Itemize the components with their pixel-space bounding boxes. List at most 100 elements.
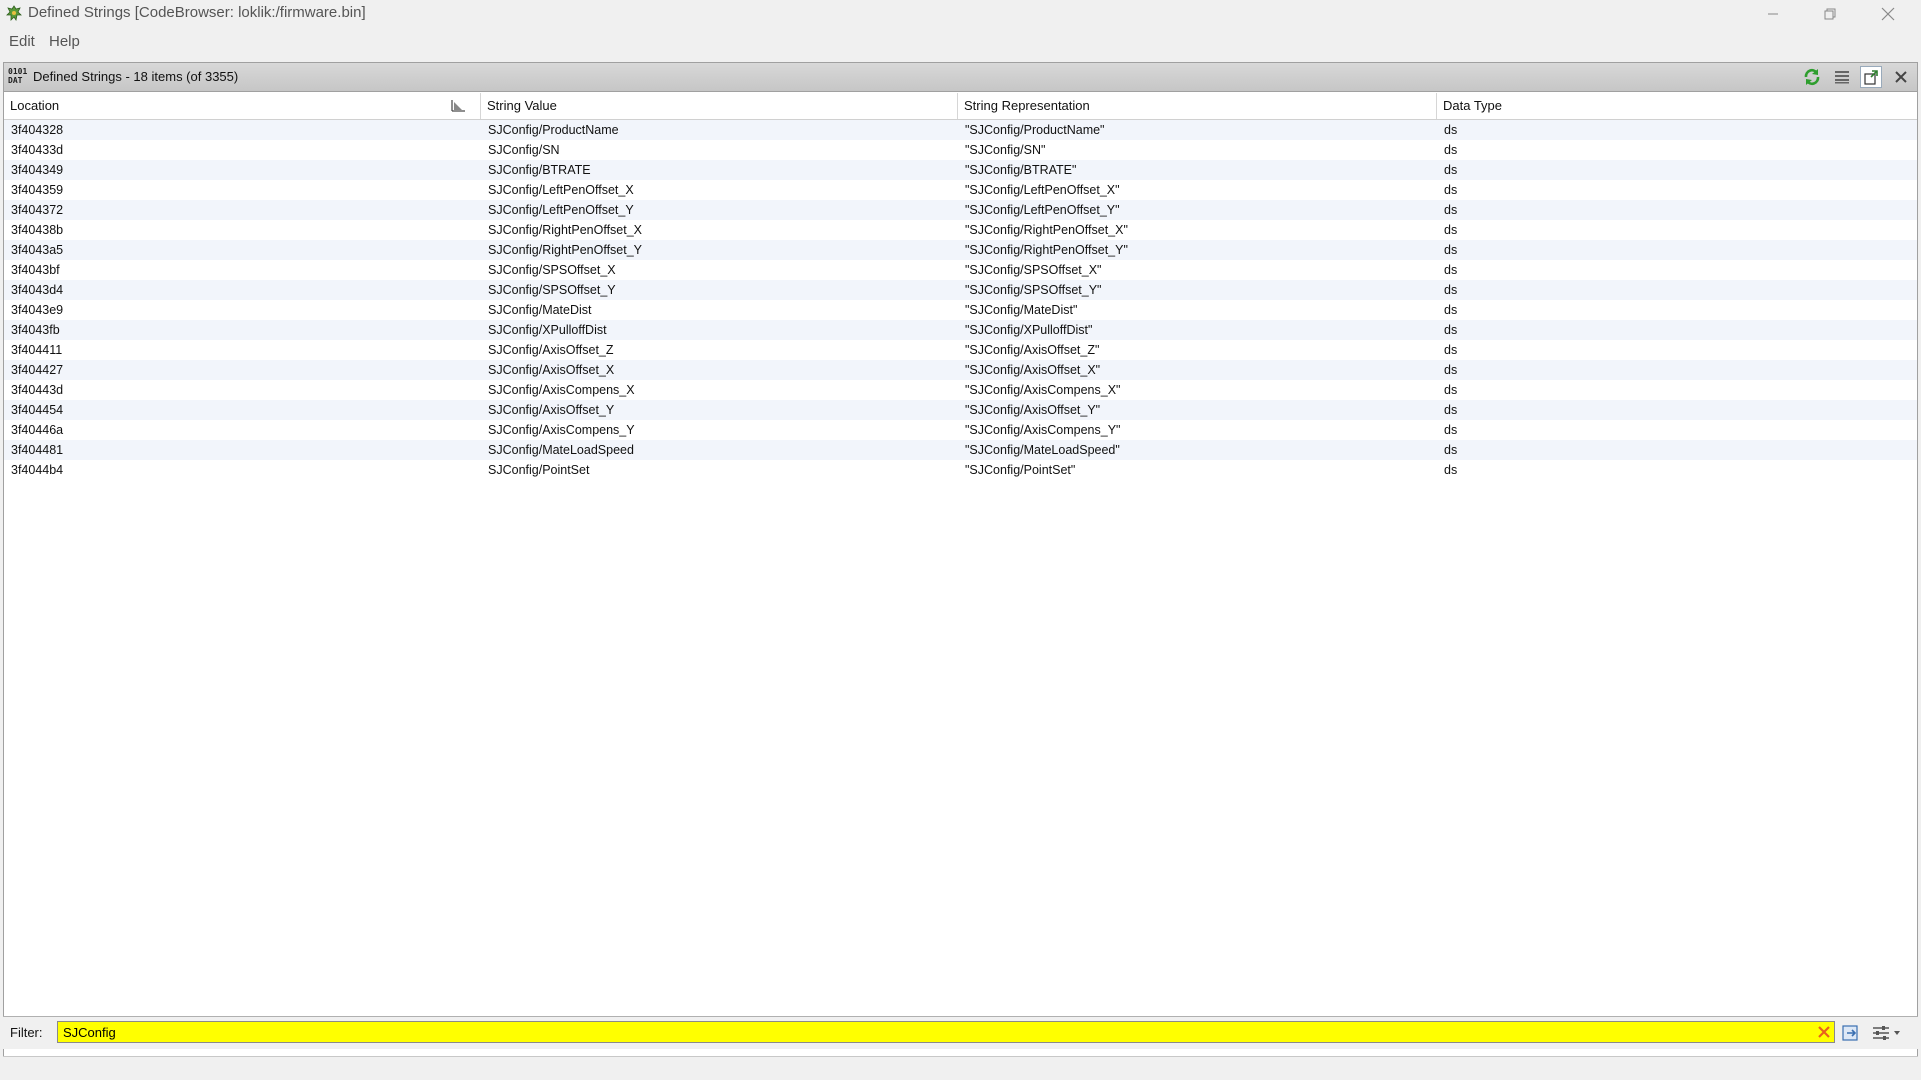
- cell-data-type: ds: [1444, 283, 1458, 297]
- cell-string-representation: "SJConfig/AxisOffset_X": [965, 363, 1101, 377]
- table-body: 3f404328 SJConfig/ProductName "SJConfig/Pr…: [4, 120, 1917, 480]
- table-row[interactable]: 3f4043d4 SJConfig/SPSOffset_Y "SJConfig/SP…: [4, 280, 1917, 300]
- cell-string-representation: "SJConfig/SPSOffset_X": [965, 263, 1102, 277]
- cell-string-representation: "SJConfig/RightPenOffset_Y": [965, 243, 1128, 257]
- table-row[interactable]: 3f4044b4 SJConfig/PointSet "SJConfig/Point…: [4, 460, 1917, 480]
- cell-string-value: SJConfig/PointSet: [488, 463, 590, 477]
- table-row[interactable]: 3f404454 SJConfig/AxisOffset_Y "SJConfig/A…: [4, 400, 1917, 420]
- cell-string-representation: "SJConfig/AxisCompens_X": [965, 383, 1121, 397]
- table-row[interactable]: 3f40446a SJConfig/AxisCompens_Y "SJConfig/…: [4, 420, 1917, 440]
- filter-options-button[interactable]: [1870, 1022, 1904, 1044]
- cell-string-representation: "SJConfig/SPSOffset_Y": [965, 283, 1102, 297]
- cell-data-type: ds: [1444, 383, 1458, 397]
- filter-bar: Filter:: [3, 1016, 1918, 1049]
- table-row[interactable]: 3f404481 SJConfig/MateLoadSpeed "SJConfig/…: [4, 440, 1917, 460]
- table-row[interactable]: 3f404427 SJConfig/AxisOffset_X "SJConfig/A…: [4, 360, 1917, 380]
- cell-location: 3f404328: [11, 123, 64, 137]
- window-close-button[interactable]: [1860, 0, 1916, 28]
- minimize-button[interactable]: [1745, 0, 1801, 28]
- cell-string-value: SJConfig/RightPenOffset_X: [488, 223, 643, 237]
- window-close-icon: [1881, 7, 1895, 21]
- cell-string-value: SJConfig/AxisOffset_Y: [488, 403, 615, 417]
- cell-data-type: ds: [1444, 183, 1458, 197]
- cell-string-value: SJConfig/SN: [488, 143, 560, 157]
- restore-button[interactable]: [1802, 0, 1858, 28]
- column-header-data-type[interactable]: Data Type: [1437, 93, 1917, 119]
- panel-title: Defined Strings - 18 items (of 3355): [33, 69, 239, 84]
- cell-string-value: SJConfig/LeftPenOffset_X: [488, 183, 634, 197]
- cell-data-type: ds: [1444, 423, 1458, 437]
- menu-edit[interactable]: Edit: [9, 33, 35, 50]
- table-row[interactable]: 3f4043e9 SJConfig/MateDist "SJConfig/MateD…: [4, 300, 1917, 320]
- cell-location: 3f40438b: [11, 223, 64, 237]
- refresh-button[interactable]: [1801, 66, 1823, 88]
- column-header-location[interactable]: Location: [4, 93, 481, 119]
- cell-string-value: SJConfig/RightPenOffset_Y: [488, 243, 643, 257]
- cell-location: 3f4043d4: [11, 283, 64, 297]
- cell-string-value: SJConfig/AxisCompens_X: [488, 383, 635, 397]
- restore-icon: [1824, 8, 1836, 20]
- panel-close-button[interactable]: [1890, 66, 1912, 88]
- cell-string-value: SJConfig/BTRATE: [488, 163, 591, 177]
- cell-data-type: ds: [1444, 123, 1458, 137]
- data-icon: 0101 DAT: [8, 67, 28, 85]
- cell-string-representation: "SJConfig/BTRATE": [965, 163, 1077, 177]
- defined-strings-panel: 0101 DAT Defined Strings - 18 items (of …: [3, 62, 1918, 1065]
- cell-location: 3f404359: [11, 183, 64, 197]
- window-title: Defined Strings [CodeBrowser: loklik:/fi…: [28, 4, 366, 21]
- table-row[interactable]: 3f404349 SJConfig/BTRATE "SJConfig/BTRATE"…: [4, 160, 1917, 180]
- table-row[interactable]: 3f40433d SJConfig/SN "SJConfig/SN" ds: [4, 140, 1917, 160]
- cell-data-type: ds: [1444, 243, 1458, 257]
- table-options-button[interactable]: [1831, 66, 1853, 88]
- cell-string-value: SJConfig/XPulloffDist: [488, 323, 607, 337]
- filter-options-icon: [1873, 1026, 1900, 1040]
- cell-string-value: SJConfig/AxisOffset_Z: [488, 343, 614, 357]
- menu-help[interactable]: Help: [49, 33, 80, 50]
- cell-string-representation: "SJConfig/LeftPenOffset_Y": [965, 203, 1120, 217]
- cell-string-value: SJConfig/LeftPenOffset_Y: [488, 203, 634, 217]
- menu-bar: Edit Help: [0, 30, 1921, 54]
- cell-location: 3f404411: [11, 343, 63, 357]
- cell-string-representation: "SJConfig/XPulloffDist": [965, 323, 1093, 337]
- refresh-icon: [1804, 68, 1820, 86]
- table-row[interactable]: 3f4043fb SJConfig/XPulloffDist "SJConfig/X…: [4, 320, 1917, 340]
- cell-data-type: ds: [1444, 303, 1458, 317]
- cell-data-type: ds: [1444, 263, 1458, 277]
- column-header-string-representation[interactable]: String Representation: [958, 93, 1437, 119]
- table-row[interactable]: 3f4043a5 SJConfig/RightPenOffset_Y "SJConf…: [4, 240, 1917, 260]
- filter-label: Filter:: [10, 1025, 43, 1040]
- cell-data-type: ds: [1444, 143, 1458, 157]
- panel-header: 0101 DAT Defined Strings - 18 items (of …: [4, 63, 1917, 92]
- table-row[interactable]: 3f4043bf SJConfig/SPSOffset_X "SJConfig/SP…: [4, 260, 1917, 280]
- table-row[interactable]: 3f40443d SJConfig/AxisCompens_X "SJConfig/…: [4, 380, 1917, 400]
- cell-string-value: SJConfig/AxisCompens_Y: [488, 423, 635, 437]
- cell-string-value: SJConfig/AxisOffset_X: [488, 363, 615, 377]
- snapshot-button[interactable]: [1860, 66, 1882, 88]
- filter-input[interactable]: [57, 1021, 1835, 1043]
- cell-location: 3f404454: [11, 403, 64, 417]
- cell-string-representation: "SJConfig/AxisOffset_Z": [965, 343, 1100, 357]
- sort-icon[interactable]: [450, 99, 466, 113]
- cell-location: 3f4043bf: [11, 263, 60, 277]
- cell-location: 3f4043a5: [11, 243, 64, 257]
- cell-string-representation: "SJConfig/AxisCompens_Y": [965, 423, 1121, 437]
- cell-string-representation: "SJConfig/RightPenOffset_X": [965, 223, 1128, 237]
- cell-data-type: ds: [1444, 363, 1458, 377]
- minimize-icon: [1768, 13, 1778, 15]
- cell-data-type: ds: [1444, 463, 1458, 477]
- filter-export-button[interactable]: [1840, 1022, 1862, 1044]
- table-row[interactable]: 3f40438b SJConfig/RightPenOffset_X "SJConf…: [4, 220, 1917, 240]
- cell-location: 3f40446a: [11, 423, 64, 437]
- column-header-string-value[interactable]: String Value: [481, 93, 958, 119]
- table-row[interactable]: 3f404372 SJConfig/LeftPenOffset_Y "SJConfi…: [4, 200, 1917, 220]
- cell-string-representation: "SJConfig/LeftPenOffset_X": [965, 183, 1120, 197]
- table-row[interactable]: 3f404359 SJConfig/LeftPenOffset_X "SJConfi…: [4, 180, 1917, 200]
- cell-data-type: ds: [1444, 163, 1458, 177]
- cell-location: 3f404349: [11, 163, 64, 177]
- clear-filter-button[interactable]: [1815, 1023, 1833, 1041]
- table-row[interactable]: 3f404411 SJConfig/AxisOffset_Z "SJConfig/A…: [4, 340, 1917, 360]
- table-header: Location String Value String Representat…: [4, 93, 1917, 120]
- table-row[interactable]: 3f404328 SJConfig/ProductName "SJConfig/Pr…: [4, 120, 1917, 140]
- cell-location: 3f404481: [11, 443, 64, 457]
- cell-string-representation: "SJConfig/SN": [965, 143, 1046, 157]
